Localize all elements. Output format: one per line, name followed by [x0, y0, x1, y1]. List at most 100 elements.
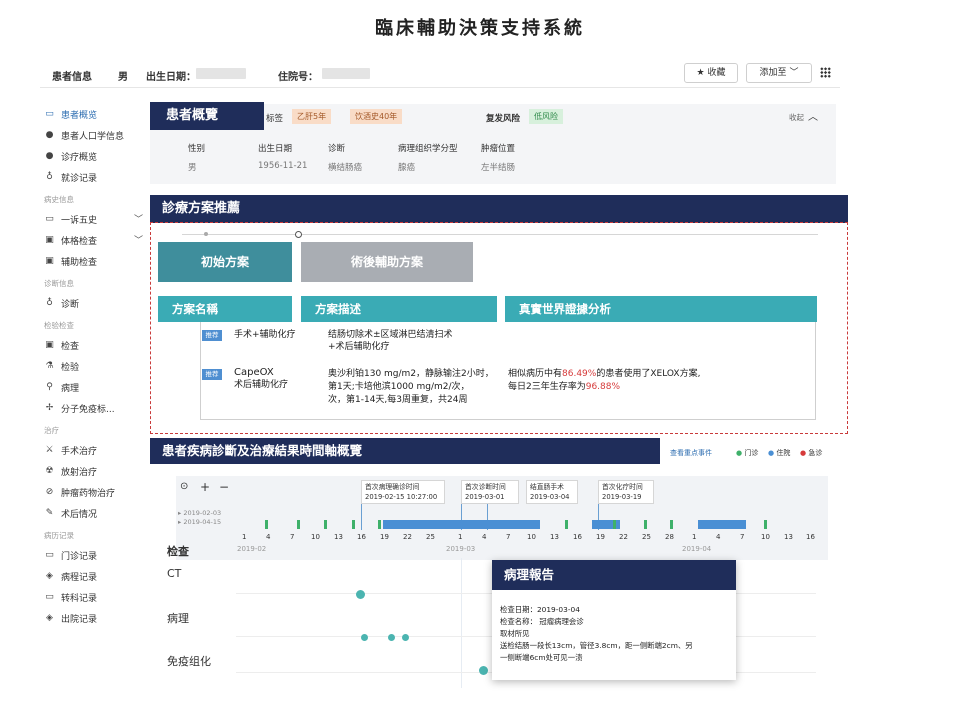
patient-info-label: 患者信息: [52, 72, 92, 83]
tick-label: 1: [458, 533, 463, 541]
sidebar-item-post-op[interactable]: ✎ 术后情况: [44, 505, 97, 521]
range-end: ▸ 2019-04-15: [178, 518, 222, 526]
tab-postop-plan[interactable]: 術後輔助方案: [301, 242, 473, 282]
sidebar-item-transfer[interactable]: ▭ 转科记录: [44, 589, 97, 605]
sidebar-item-outpatient[interactable]: ▭ 门诊记录: [44, 547, 97, 563]
grid-menu-icon[interactable]: [820, 67, 831, 78]
sidebar-item-complaint-history[interactable]: ▭ 一诉五史: [44, 211, 97, 227]
tick-label: 25: [642, 533, 651, 541]
tick-label: 7: [290, 533, 295, 541]
column-plan-name: 方案名稱: [158, 296, 292, 322]
plan-2-desc-line1: 奥沙利铂130 mg/m2，静脉输注2小时，: [328, 369, 494, 379]
stack-icon: ◈: [46, 613, 53, 623]
legend-emergency: ● 急诊: [800, 449, 823, 457]
outpatient-mark[interactable]: [324, 520, 327, 529]
legend-outpatient: ● 门诊: [736, 449, 759, 457]
event-first-chemo[interactable]: 首次化疗时间 2019-03-19: [598, 480, 654, 504]
record-dot[interactable]: [356, 590, 365, 599]
inpatient-bar[interactable]: [698, 520, 746, 529]
plan-2-name-line1[interactable]: CapeOX: [234, 367, 274, 379]
hospital-no-redacted: [322, 68, 370, 79]
sidebar-item-progress-notes[interactable]: ◈ 病程记录: [44, 568, 97, 584]
outpatient-mark[interactable]: [352, 520, 355, 529]
sidebar-item-radiation[interactable]: ☢ 放射治疗: [44, 463, 97, 479]
reset-zoom-icon[interactable]: ⊙: [180, 481, 188, 492]
sidebar-section-treatment: 治疗: [44, 426, 59, 435]
inpatient-bar[interactable]: [383, 520, 540, 529]
sidebar: ▭ 患者概览 ● 患者人口学信息 ● 诊疗概览 ♁ 就诊记录 病史信息 ▭ 一诉五史 ﹀ …: [40, 98, 150, 638]
record-dot[interactable]: [388, 634, 395, 641]
sidebar-item-treatment-overview[interactable]: ● 诊疗概览: [44, 148, 97, 164]
field-diagnosis-label: 诊断: [328, 144, 346, 154]
chevron-down-icon[interactable]: ﹀: [134, 233, 143, 246]
sidebar-item-visits[interactable]: ♁ 就诊记录: [44, 169, 97, 185]
sidebar-item-physical-exam[interactable]: ▣ 体格检查: [44, 232, 97, 248]
star-icon: ★: [696, 68, 705, 78]
record-dot[interactable]: [479, 666, 488, 675]
zoom-in-icon[interactable]: +: [200, 480, 210, 494]
row-label-ihc: 免疫组化: [167, 655, 211, 668]
outpatient-mark[interactable]: [565, 520, 568, 529]
sidebar-section-history: 病史信息: [44, 195, 74, 204]
report-icon: ▣: [45, 340, 54, 350]
edit-icon: ✎: [45, 508, 54, 518]
popup-exam-date: 检查日期：2019-03-04: [500, 605, 580, 614]
plan-1-name[interactable]: 手术+辅助化疗: [234, 329, 296, 341]
chevron-up-icon[interactable]: ︿: [808, 108, 818, 123]
sidebar-item-exam[interactable]: ▣ 检查: [44, 337, 79, 353]
tick-label: 10: [761, 533, 770, 541]
sidebar-item-lab[interactable]: ⚗ 检验: [44, 358, 79, 374]
field-gender-value: 男: [188, 163, 197, 173]
slider-handle[interactable]: [295, 231, 302, 238]
popup-gross-text-1: 送检结肠一段长13cm，管径3.8cm，距一侧断端2cm、另: [500, 641, 693, 650]
add-to-button[interactable]: 添加至 ﹀: [746, 63, 812, 83]
relapse-risk-label: 复发风险: [486, 114, 521, 124]
plan-slider-track: [182, 234, 818, 235]
tick-label: 16: [806, 533, 815, 541]
timeline-section-title: 患者疾病診斷及治療結果時間軸概覽: [150, 438, 660, 464]
person-icon: ●: [45, 130, 54, 140]
tick-label: 22: [403, 533, 412, 541]
record-dot[interactable]: [402, 634, 409, 641]
record-dot[interactable]: [361, 634, 368, 641]
tab-initial-plan[interactable]: 初始方案: [158, 242, 292, 282]
sidebar-item-overview[interactable]: ▭ 患者概览: [44, 106, 97, 122]
outpatient-mark[interactable]: [764, 520, 767, 529]
plan-2-evidence-line1: 相似病历中有86.49%的患者使用了XELOX方案,: [508, 369, 701, 379]
event-first-pathology[interactable]: 首次病理确诊时间 2019-02-15 10:27:00: [361, 480, 445, 504]
microscope-icon: ⚲: [46, 382, 53, 392]
collapse-button[interactable]: 收起: [789, 112, 804, 123]
tick-label: 7: [506, 533, 511, 541]
chevron-down-icon[interactable]: ﹀: [134, 212, 143, 225]
sidebar-item-surgery[interactable]: ⚔ 手术治疗: [44, 442, 97, 458]
tick-label: 4: [482, 533, 487, 541]
event-surgery[interactable]: 结直肠手术 2019-03-04: [526, 480, 578, 504]
plan-section-title: 診療方案推薦: [150, 195, 848, 223]
tag-hepatitis: 乙肝5年: [292, 109, 332, 124]
plan-2-desc-line3: 次，第1-14天,每3周重复，共24周: [328, 395, 468, 405]
sidebar-item-demographics[interactable]: ● 患者人口学信息: [44, 127, 124, 143]
folder-icon: ▭: [45, 214, 54, 224]
pathology-report-popup: 病理報告 检查日期：2019-03-04 检查名称： 冠瘤病理会诊 取材所见 送…: [492, 560, 736, 680]
view-key-events-link[interactable]: 查看重点事件: [670, 448, 712, 458]
sidebar-item-drug-therapy[interactable]: ⊘ 肿瘤药物治疗: [44, 484, 115, 500]
outpatient-mark[interactable]: [297, 520, 300, 529]
sidebar-item-pathology[interactable]: ⚲ 病理: [44, 379, 79, 395]
field-birth-label: 出生日期: [258, 144, 293, 154]
outpatient-mark[interactable]: [265, 520, 268, 529]
sidebar-item-diagnosis[interactable]: ♁ 诊断: [44, 295, 79, 311]
zoom-out-icon[interactable]: −: [219, 480, 229, 494]
sidebar-item-discharge[interactable]: ◈ 出院记录: [44, 610, 97, 626]
report-icon: ▣: [45, 256, 54, 266]
stethoscope-icon: ♁: [46, 298, 53, 308]
popup-gross-heading: 取材所见: [500, 629, 530, 638]
favorite-button[interactable]: ★ 收藏: [684, 63, 738, 83]
outpatient-mark[interactable]: [613, 520, 616, 529]
event-first-diagnosis[interactable]: 首次诊断时间 2019-03-01: [461, 480, 519, 504]
outpatient-mark[interactable]: [644, 520, 647, 529]
popup-exam-name: 检查名称： 冠瘤病理会诊: [500, 617, 584, 626]
outpatient-mark[interactable]: [670, 520, 673, 529]
outpatient-mark[interactable]: [378, 520, 381, 529]
sidebar-item-aux-exam[interactable]: ▣ 辅助检查: [44, 253, 97, 269]
sidebar-item-molecular[interactable]: ✢ 分子免疫标...: [44, 400, 115, 416]
